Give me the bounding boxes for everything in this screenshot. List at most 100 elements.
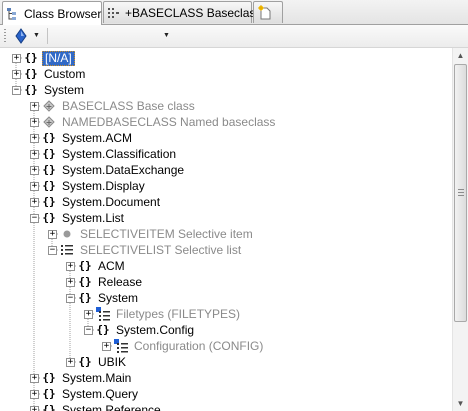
tree-node-label: UBIK xyxy=(98,355,127,369)
expand-toggle-icon[interactable]: + xyxy=(30,166,39,175)
expand-toggle-icon[interactable]: + xyxy=(30,102,39,111)
collapse-toggle-icon[interactable]: − xyxy=(84,326,93,335)
tree-node[interactable]: {} UBIK xyxy=(77,354,128,370)
namespace-icon: {} xyxy=(42,403,56,411)
tree-node-label: [N/A] xyxy=(42,50,75,66)
chevron-down-icon[interactable]: ▼ xyxy=(163,32,170,39)
tree-node[interactable]: {} Custom xyxy=(23,66,87,82)
tree-node[interactable]: {} System xyxy=(23,82,86,98)
tree-node[interactable]: {} [N/A] xyxy=(23,50,75,66)
class-grid-icon xyxy=(107,5,121,21)
tree-node[interactable]: SELECTIVEITEM Selective item xyxy=(59,226,255,242)
tab-baseclass[interactable]: +BASECLASS Baseclass xyxy=(103,1,261,23)
tree-node[interactable]: {} System.Classification xyxy=(41,146,178,162)
tree-node[interactable]: {} System.Document xyxy=(41,194,162,210)
tree-node-label: Configuration (CONFIG) xyxy=(134,339,264,353)
tree-node-label: System.Display xyxy=(62,179,145,193)
class-tree[interactable]: +{} [N/A] +{} Custom −{} System + BASECLASS Bas… xyxy=(0,48,452,411)
namespace-icon: {} xyxy=(96,323,110,336)
tree-node[interactable]: SELECTIVELIST Selective list xyxy=(59,242,243,258)
tree-node[interactable]: {} System.DataExchange xyxy=(41,162,186,178)
tree-node-label: System.Main xyxy=(62,371,132,385)
collapse-toggle-icon[interactable]: − xyxy=(48,246,57,255)
tab-label: +BASECLASS Baseclass xyxy=(125,5,262,20)
tree-node[interactable]: {} System.Display xyxy=(41,178,147,194)
expand-toggle-icon[interactable]: + xyxy=(30,182,39,191)
namespace-icon: {} xyxy=(42,211,56,224)
class-browser-icon xyxy=(6,6,20,22)
tree-node-label: System.List xyxy=(62,211,125,225)
tree-node-label: System.DataExchange xyxy=(62,163,185,177)
expand-toggle-icon[interactable]: + xyxy=(30,198,39,207)
tree-node[interactable]: {} System.List xyxy=(41,210,126,226)
list-icon xyxy=(59,242,75,258)
expand-toggle-icon[interactable]: + xyxy=(102,342,111,351)
namespace-icon: {} xyxy=(78,355,92,368)
tree-node[interactable]: BASECLASS Base class xyxy=(41,98,197,114)
list-instance-icon xyxy=(95,306,111,322)
tree-node[interactable]: {} System.Config xyxy=(95,322,196,338)
tree-node[interactable]: {} ACM xyxy=(77,258,127,274)
namespace-icon: {} xyxy=(42,195,56,208)
baseclass-icon xyxy=(41,98,57,114)
tab-new-document[interactable] xyxy=(253,1,283,23)
tree-node-label: Custom xyxy=(44,67,86,81)
scroll-up-icon[interactable]: ▲ xyxy=(453,48,468,63)
expand-toggle-icon[interactable]: + xyxy=(30,118,39,127)
namespace-icon: {} xyxy=(24,51,38,64)
tree-node[interactable]: {} Release xyxy=(77,274,144,290)
baseclass-icon xyxy=(41,114,57,130)
tree-node-label: Release xyxy=(98,275,143,289)
expand-toggle-icon[interactable]: + xyxy=(30,374,39,383)
tree-node-label: System.Reference xyxy=(62,403,161,411)
tree-node-label: System.ACM xyxy=(62,131,133,145)
tree-node[interactable]: Configuration (CONFIG) xyxy=(113,338,265,354)
namespace-icon: {} xyxy=(42,371,56,384)
tree-node[interactable]: {} System.ACM xyxy=(41,130,134,146)
expand-toggle-icon[interactable]: + xyxy=(48,230,57,239)
list-instance-icon xyxy=(113,338,129,354)
expand-toggle-icon[interactable]: + xyxy=(12,70,21,79)
namespace-icon: {} xyxy=(24,83,38,96)
tree-node[interactable]: {} System xyxy=(77,290,140,306)
vertical-scrollbar[interactable]: ▲ ▼ xyxy=(452,48,468,411)
namespace-icon: {} xyxy=(78,259,92,272)
expand-toggle-icon[interactable]: + xyxy=(30,406,39,411)
tree-node[interactable]: {} System.Query xyxy=(41,386,140,402)
scroll-down-icon[interactable]: ▼ xyxy=(453,396,468,411)
expand-toggle-icon[interactable]: + xyxy=(30,150,39,159)
expand-toggle-icon[interactable]: + xyxy=(30,134,39,143)
tree-node-label: System xyxy=(98,291,139,305)
tree-node-label: BASECLASS Base class xyxy=(62,99,195,113)
namespace-icon: {} xyxy=(42,387,56,400)
tree-node-label: System.Config xyxy=(116,323,195,337)
toolbar: ▼ ▼ xyxy=(0,25,468,48)
collapse-toggle-icon[interactable]: − xyxy=(12,86,21,95)
expand-toggle-icon[interactable]: + xyxy=(66,262,75,271)
collapse-toggle-icon[interactable]: − xyxy=(66,294,75,303)
toolbar-grip[interactable] xyxy=(4,29,6,43)
tree-node-label: ACM xyxy=(98,259,125,273)
namespace-icon: {} xyxy=(24,67,38,80)
namespace-icon: {} xyxy=(78,275,92,288)
collapse-toggle-icon[interactable]: − xyxy=(30,214,39,223)
tree-node[interactable]: Filetypes (FILETYPES) xyxy=(95,306,242,322)
tree-node-label: System.Query xyxy=(62,387,139,401)
namespace-icon: {} xyxy=(42,147,56,160)
expand-toggle-icon[interactable]: + xyxy=(30,390,39,399)
tab-class-browser[interactable]: Class Browser xyxy=(2,1,102,25)
scrollbar-thumb[interactable] xyxy=(454,64,467,322)
tree-node-label: Filetypes (FILETYPES) xyxy=(116,307,241,321)
expand-toggle-icon[interactable]: + xyxy=(66,278,75,287)
tree-node[interactable]: {} System.Reference xyxy=(41,402,163,411)
expand-toggle-icon[interactable]: + xyxy=(84,310,93,319)
item-icon xyxy=(59,226,75,242)
tree-node[interactable]: NAMEDBASECLASS Named baseclass xyxy=(41,114,277,130)
tree-node-label: System.Document xyxy=(62,195,161,209)
expand-toggle-icon[interactable]: + xyxy=(66,358,75,367)
chevron-down-icon[interactable]: ▼ xyxy=(33,32,40,39)
expand-toggle-icon[interactable]: + xyxy=(12,54,21,63)
filter-combo[interactable] xyxy=(47,28,173,44)
diamond-filter-icon[interactable] xyxy=(15,28,27,47)
tree-node[interactable]: {} System.Main xyxy=(41,370,133,386)
